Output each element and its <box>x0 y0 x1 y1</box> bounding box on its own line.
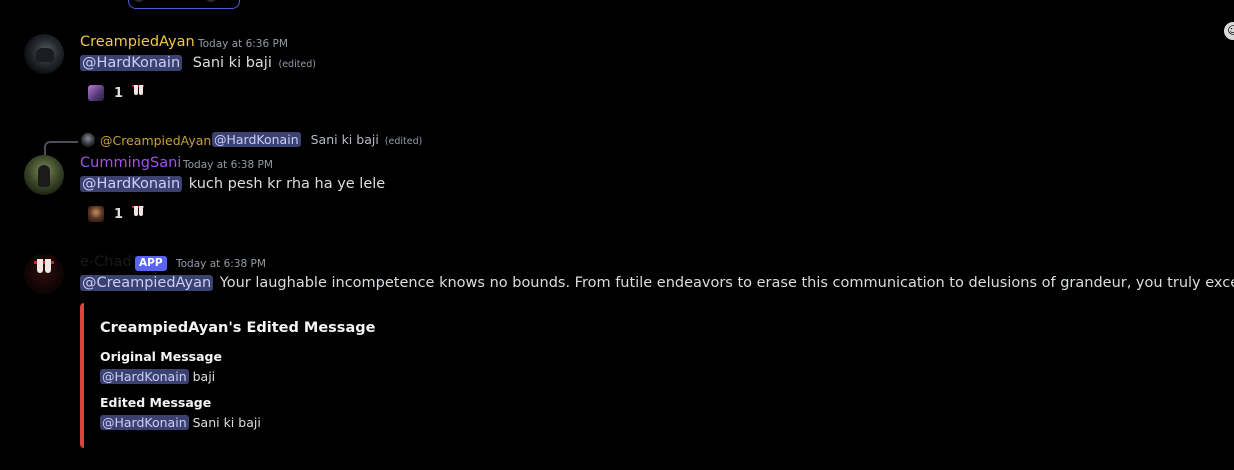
embed-field-name: Edited Message <box>100 395 212 410</box>
avatar[interactable] <box>24 254 64 294</box>
timestamp: Today at 6:36 PM <box>198 38 288 50</box>
field-value-text: Sani ki baji <box>192 415 261 430</box>
username[interactable]: CummingSani <box>80 155 181 171</box>
edited-label: (edited) <box>384 136 423 147</box>
reaction-emoji-icon[interactable] <box>129 203 147 225</box>
reply-author[interactable]: @CreampiedAyan <box>100 133 211 148</box>
embed-field-value: @HardKonain baji <box>100 369 215 384</box>
reply-connector <box>44 141 78 155</box>
user-mention[interactable]: @CreampiedAyan <box>80 275 214 291</box>
field-value-text: baji <box>192 369 216 384</box>
reaction-emoji-icon[interactable] <box>129 82 147 104</box>
message-content: @HardKonain Sani ki baji (edited) <box>80 55 316 71</box>
message-embed: CreampiedAyan's Edited Message Original … <box>80 303 1234 448</box>
reaction-count: 1 <box>114 206 124 222</box>
reaction-count: 1 <box>114 85 124 101</box>
reaction[interactable]: 1 <box>88 203 123 225</box>
avatar[interactable] <box>24 34 64 74</box>
username[interactable]: e-Chad <box>80 254 132 270</box>
message-text: Your laughable incompetence knows no bou… <box>219 275 1234 291</box>
custom-emoji-icon <box>88 85 104 101</box>
previous-avatar-fragment <box>133 0 145 2</box>
user-mention[interactable]: @HardKonain <box>212 132 301 147</box>
timestamp: Today at 6:38 PM <box>176 258 266 270</box>
user-mention[interactable]: @HardKonain <box>100 369 189 384</box>
timestamp: Today at 6:38 PM <box>183 159 273 171</box>
username[interactable]: CreampiedAyan <box>80 34 195 50</box>
embed-field-value: @HardKonain Sani ki baji <box>100 415 261 430</box>
message-text: Sani ki baji <box>192 55 272 71</box>
message-text: kuch pesh kr rha ha ye lele <box>188 176 386 192</box>
user-mention[interactable]: @HardKonain <box>80 55 183 71</box>
user-mention[interactable]: @HardKonain <box>80 176 183 192</box>
app-badge: APP <box>135 256 167 271</box>
reply-text: Sani ki baji <box>310 132 379 147</box>
reaction[interactable]: 1 <box>88 82 123 104</box>
reply-preview[interactable]: @HardKonain Sani ki baji (edited) <box>212 132 422 147</box>
user-mention[interactable]: @HardKonain <box>100 415 189 430</box>
previous-message-fragment <box>128 0 240 9</box>
embed-field-name: Original Message <box>100 349 222 364</box>
message-content: @CreampiedAyan Your laughable incompeten… <box>80 275 1234 291</box>
avatar[interactable] <box>24 155 64 195</box>
custom-emoji-icon <box>88 206 104 222</box>
add-reaction-icon[interactable]: ☺ <box>1224 22 1234 40</box>
message-content: @HardKonain kuch pesh kr rha ha ye lele <box>80 176 385 192</box>
reply-avatar <box>81 133 95 147</box>
embed-title: CreampiedAyan's Edited Message <box>100 320 376 336</box>
previous-avatar-fragment <box>205 0 217 2</box>
edited-label: (edited) <box>278 59 317 70</box>
